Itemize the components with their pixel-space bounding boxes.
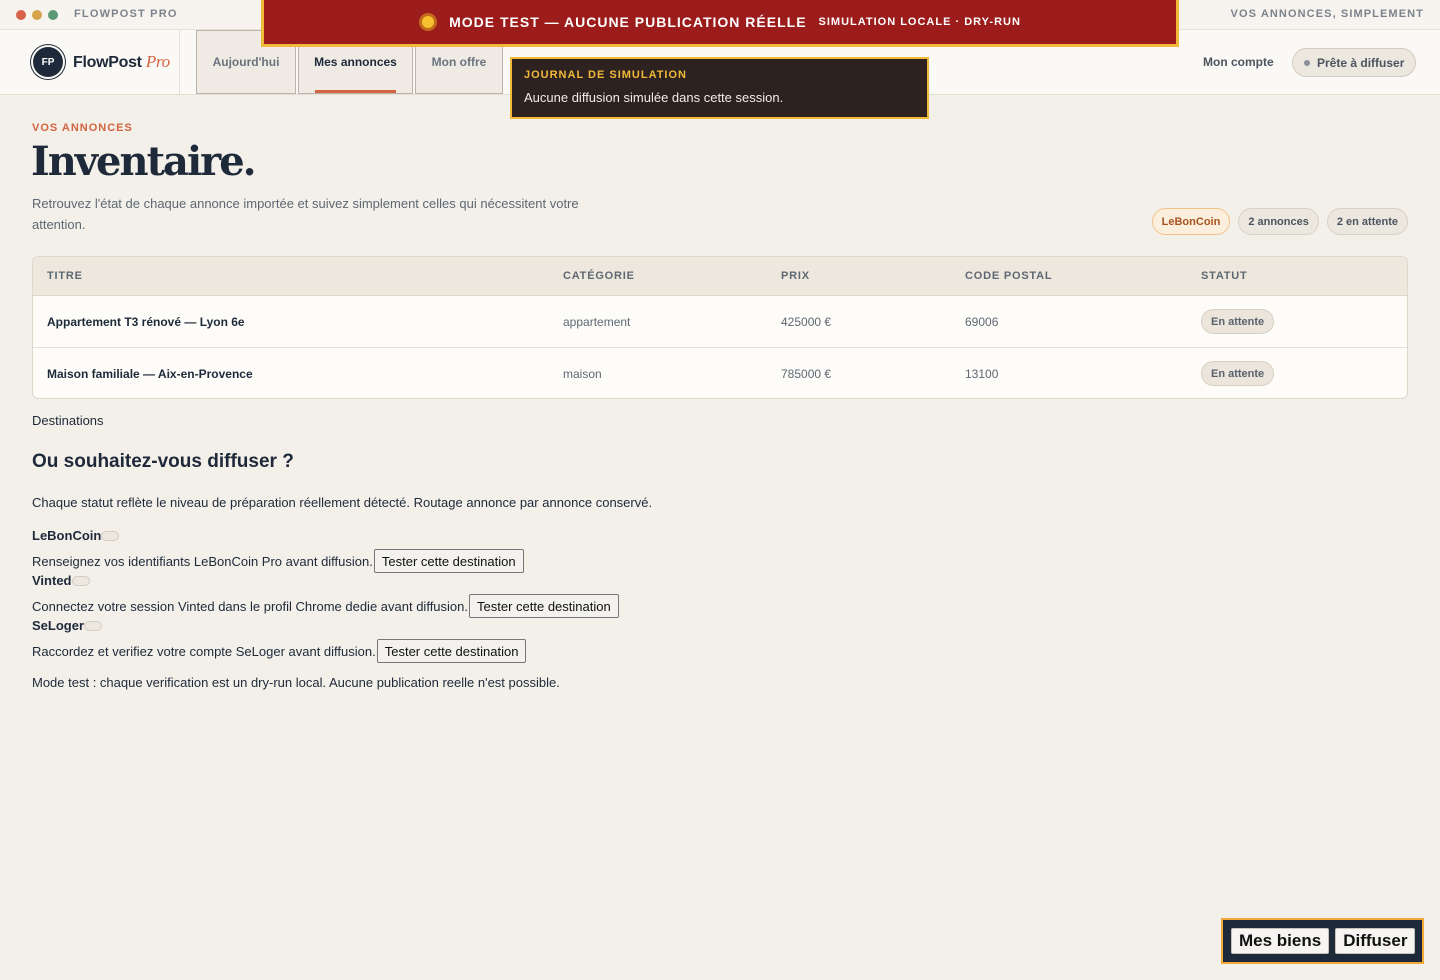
- logo-icon: FP: [33, 47, 63, 77]
- banner-sub-text: SIMULATION LOCALE · DRY-RUN: [818, 16, 1021, 28]
- destination-hint: Raccordez et verifiez votre compte SeLog…: [32, 643, 376, 659]
- tab-label: Mes annonces: [314, 55, 397, 69]
- close-window-dot[interactable]: [16, 10, 26, 20]
- simulation-log-popover: JOURNAL DE SIMULATION Aucune diffusion s…: [510, 57, 929, 119]
- cell-category: maison: [563, 367, 602, 381]
- destination-name: LeBonCoin: [32, 528, 102, 543]
- destinations-label: Destinations: [32, 413, 104, 428]
- app-name: FLOWPOST PRO: [74, 8, 178, 20]
- simulation-log-title: JOURNAL DE SIMULATION: [524, 69, 687, 81]
- destination-detail-row: Renseignez vos identifiants LeBonCoin Pr…: [32, 549, 524, 573]
- cell-price: 425000 €: [781, 315, 832, 329]
- summary-chips: LeBonCoin 2 annonces 2 en attente: [1151, 208, 1408, 235]
- destination-vinted: Vinted Connectez votre session Vinted da…: [32, 573, 619, 618]
- column-header-title: TITRE: [47, 270, 83, 282]
- my-properties-button[interactable]: Mes biens: [1231, 928, 1330, 954]
- cell-price: 785000 €: [781, 367, 832, 381]
- destination-hint: Connectez votre session Vinted dans le p…: [32, 598, 469, 614]
- destination-detail-row: Connectez votre session Vinted dans le p…: [32, 594, 619, 618]
- brand[interactable]: FP FlowPost Pro: [0, 30, 180, 94]
- simulation-log-text: Aucune diffusion simulée dans cette sess…: [524, 90, 784, 105]
- test-mode-note: Mode test : chaque verification est un d…: [32, 675, 560, 690]
- test-destination-button[interactable]: Tester cette destination: [469, 594, 619, 618]
- cell-postal: 69006: [965, 315, 999, 329]
- destinations-description: Chaque statut reflète le niveau de prépa…: [32, 495, 653, 510]
- broadcast-button[interactable]: Diffuser: [1335, 928, 1416, 954]
- app-tagline: VOS ANNONCES, SIMPLEMENT: [1230, 8, 1424, 20]
- column-header-price: PRIX: [781, 270, 810, 282]
- status-dot-icon: [1304, 59, 1310, 66]
- table-row[interactable]: Maison familiale — Aix-en-Provence maiso…: [33, 348, 1407, 398]
- section-eyebrow: VOS ANNONCES: [32, 122, 133, 134]
- destination-leboncoin: LeBonCoin Renseignez vos identifiants Le…: [32, 528, 524, 573]
- tab-label: Mon offre: [431, 55, 487, 69]
- table-header: TITRE CATÉGORIE PRIX CODE POSTAL STATUT: [33, 257, 1407, 296]
- brand-suffix: Pro: [145, 52, 170, 71]
- brand-name: FlowPost Pro: [73, 52, 170, 72]
- cell-title: Maison familiale — Aix-en-Provence: [47, 367, 253, 381]
- test-destination-button[interactable]: Tester cette destination: [376, 639, 527, 663]
- count-chip: 2 annonces: [1238, 208, 1319, 235]
- destination-name-row: SeLoger: [32, 618, 526, 633]
- destination-toggle[interactable]: [84, 620, 103, 631]
- banner-main-text: MODE TEST — AUCUNE PUBLICATION RÉELLE: [449, 14, 807, 30]
- tab-label: Aujourd'hui: [212, 55, 280, 69]
- destinations-title: Ou souhaitez-vous diffuser ?: [32, 451, 294, 472]
- destination-seloger: SeLoger Raccordez et verifiez votre comp…: [32, 618, 527, 663]
- destination-toggle[interactable]: [71, 575, 90, 586]
- active-tab-indicator: [315, 90, 396, 93]
- cell-category: appartement: [563, 315, 631, 329]
- brand-text: FlowPost: [73, 54, 142, 71]
- window-controls: [16, 10, 58, 20]
- status-badge: En attente: [1201, 361, 1275, 386]
- column-header-category: CATÉGORIE: [563, 270, 635, 282]
- destination-name-row: Vinted: [32, 573, 619, 588]
- destination-name: SeLoger: [32, 618, 85, 633]
- destination-name-row: LeBonCoin: [32, 528, 524, 543]
- account-link[interactable]: Mon compte: [1203, 55, 1274, 69]
- test-destination-button[interactable]: Tester cette destination: [373, 549, 524, 573]
- pending-chip: 2 en attente: [1326, 208, 1408, 235]
- destination-detail-row: Raccordez et verifiez votre compte SeLog…: [32, 639, 527, 663]
- minimize-window-dot[interactable]: [32, 10, 42, 20]
- listings-table: TITRE CATÉGORIE PRIX CODE POSTAL STATUT …: [32, 256, 1408, 399]
- page-description: Retrouvez l'état de chaque annonce impor…: [32, 196, 579, 232]
- status-pill-label: Prête à diffuser: [1317, 55, 1405, 70]
- page-title: Inventaire.: [31, 138, 257, 185]
- status-badge: En attente: [1201, 309, 1275, 334]
- broadcast-status-pill[interactable]: Prête à diffuser: [1292, 48, 1417, 77]
- quick-actions-dock: Mes biens Diffuser: [1221, 918, 1424, 964]
- destination-name: Vinted: [32, 573, 72, 588]
- column-header-status: STATUT: [1201, 270, 1248, 282]
- column-header-postal: CODE POSTAL: [965, 270, 1053, 282]
- table-row[interactable]: Appartement T3 rénové — Lyon 6e appartem…: [33, 296, 1407, 348]
- maximize-window-dot[interactable]: [48, 10, 58, 20]
- warning-dot-icon: [419, 13, 438, 31]
- cell-postal: 13100: [965, 367, 999, 381]
- test-mode-banner: MODE TEST — AUCUNE PUBLICATION RÉELLE SI…: [261, 0, 1179, 47]
- cell-title: Appartement T3 rénové — Lyon 6e: [47, 315, 245, 329]
- destination-toggle[interactable]: [101, 530, 120, 541]
- destination-hint: Renseignez vos identifiants LeBonCoin Pr…: [32, 553, 373, 569]
- platform-chip: LeBonCoin: [1151, 208, 1231, 235]
